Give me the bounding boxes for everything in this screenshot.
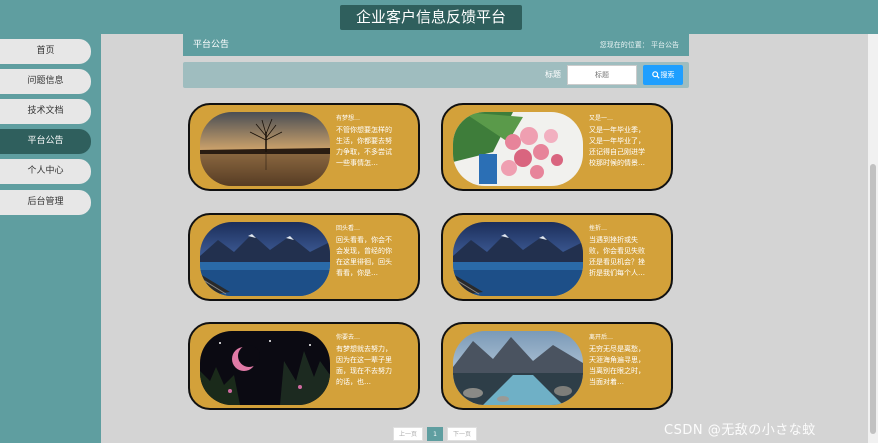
card-image-mountain-lake xyxy=(200,222,330,296)
announcement-card[interactable]: 回头看… 回头看看，你会不会发现，曾经的你在这里徘徊，回头看看，你是… xyxy=(188,213,420,301)
pagination-prev[interactable]: 上一页 xyxy=(393,427,423,441)
search-bar: 标题 搜索 xyxy=(183,62,689,88)
pagination-page[interactable]: 1 xyxy=(427,427,443,441)
announcement-card[interactable]: 你要去… 有梦想就去努力，因为在这一辈子里面，现在不去努力的话，也… xyxy=(188,322,420,410)
card-excerpt: 回头看看，你会不会发现，曾经的你在这里徘徊，回头看看，你是… xyxy=(336,236,392,277)
sidebar-item-tech-docs[interactable]: 技术文档 xyxy=(0,99,91,124)
site-title: 企业客户信息反馈平台 xyxy=(340,5,522,30)
sidebar: 首页 问题信息 技术文档 平台公告 个人中心 后台管理 xyxy=(0,34,101,443)
card-title: 又是一… xyxy=(589,115,614,122)
sidebar-item-home[interactable]: 首页 xyxy=(0,39,91,64)
card-title: 回头看… xyxy=(336,225,361,232)
card-image-mountain-river xyxy=(453,331,583,405)
card-excerpt: 无穷无尽是离愁，天涯海角遍寻思，当离别在眼之时，当面对着… xyxy=(589,345,645,386)
sidebar-item-admin[interactable]: 后台管理 xyxy=(0,190,91,215)
search-label: 标题 xyxy=(545,70,561,79)
card-excerpt: 当遇到挫折或失败，你会看见失败还是看见机会？挫折是我们每个人… xyxy=(589,236,645,277)
card-excerpt: 有梦想就去努力，因为在这一辈子里面，现在不去努力的话，也… xyxy=(336,345,392,386)
card-excerpt: 不管你想要怎样的生活，你都要去努力争取，不多尝试一些事情怎… xyxy=(336,126,392,167)
scrollbar[interactable] xyxy=(868,34,878,443)
top-header: 企业客户信息反馈平台 xyxy=(0,0,878,34)
card-image-lone-tree xyxy=(200,112,330,186)
card-title: 你要去… xyxy=(336,334,361,341)
announcement-card[interactable]: 挫折… 当遇到挫折或失败，你会看见失败还是看见机会？挫折是我们每个人… xyxy=(441,213,673,301)
card-image-night-moon xyxy=(200,331,330,405)
card-image-mountain-lake xyxy=(453,222,583,296)
sidebar-item-profile[interactable]: 个人中心 xyxy=(0,159,91,184)
sidebar-item-announcements[interactable]: 平台公告 xyxy=(0,129,91,154)
page-title: 平台公告 xyxy=(193,40,230,50)
watermark: CSDN @无敌の小さな蚊 xyxy=(664,423,816,438)
card-excerpt: 又是一年毕业季，又是一年毕业了，还记得自己刚进学校那时候的情景… xyxy=(589,126,645,167)
breadcrumb-bar: 平台公告 您现在的位置： 平台公告 xyxy=(183,34,689,56)
breadcrumb: 您现在的位置： 平台公告 xyxy=(599,41,679,49)
card-image-roses xyxy=(453,112,583,186)
search-button-label: 搜索 xyxy=(660,71,675,79)
search-input[interactable] xyxy=(567,65,637,85)
search-icon xyxy=(651,71,660,79)
card-title: 有梦想… xyxy=(336,115,361,122)
sidebar-item-issues[interactable]: 问题信息 xyxy=(0,69,91,94)
announcement-card[interactable]: 又是一… 又是一年毕业季，又是一年毕业了，还记得自己刚进学校那时候的情景… xyxy=(441,103,673,191)
announcement-card[interactable]: 离开后… 无穷无尽是离愁，天涯海角遍寻思，当离别在眼之时，当面对着… xyxy=(441,322,673,410)
pagination-next[interactable]: 下一页 xyxy=(447,427,477,441)
announcement-card[interactable]: 有梦想… 不管你想要怎样的生活，你都要去努力争取，不多尝试一些事情怎… xyxy=(188,103,420,191)
card-title: 离开后… xyxy=(589,334,614,341)
search-button[interactable]: 搜索 xyxy=(643,65,683,85)
card-title: 挫折… xyxy=(589,225,608,232)
scrollbar-thumb[interactable] xyxy=(870,164,876,434)
